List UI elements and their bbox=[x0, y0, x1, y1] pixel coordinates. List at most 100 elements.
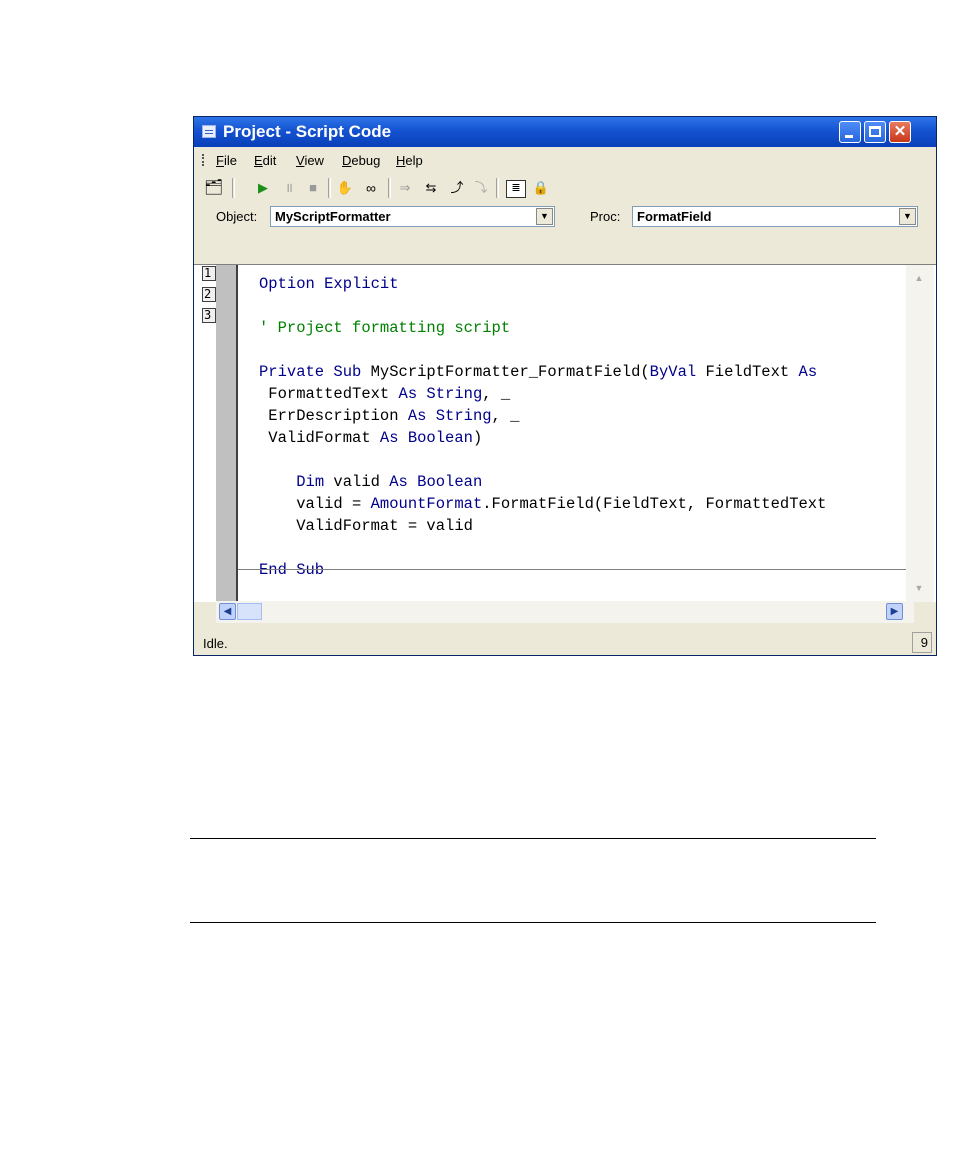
code-token: valid bbox=[324, 473, 390, 491]
code-keyword: Option Explicit bbox=[259, 275, 399, 293]
step-icon[interactable]: ⇒ bbox=[396, 180, 414, 196]
close-icon: ✕ bbox=[893, 123, 907, 140]
code-editor[interactable]: 1 2 3 Option Explicit ' Project formattin… bbox=[194, 264, 936, 602]
close-button[interactable]: ✕ bbox=[889, 121, 911, 143]
code-keyword: As String bbox=[398, 385, 483, 403]
code-keyword: Dim bbox=[296, 473, 325, 491]
menu-help[interactable]: Help bbox=[396, 153, 423, 168]
properties-icon[interactable]: ≣ bbox=[506, 180, 526, 198]
status-panel-line: 9 bbox=[912, 632, 932, 653]
code-token: , _ bbox=[491, 407, 520, 425]
menu-grip[interactable] bbox=[202, 154, 206, 166]
code-line[interactable]: Dim valid As Boolean bbox=[259, 471, 909, 493]
code-line[interactable] bbox=[259, 339, 909, 361]
scroll-down-icon[interactable]: ▼ bbox=[910, 579, 928, 597]
code-token: FormattedText bbox=[259, 385, 399, 403]
code-token: , _ bbox=[482, 385, 511, 403]
maximize-button[interactable] bbox=[864, 121, 886, 143]
scroll-left-icon[interactable]: ◀ bbox=[219, 603, 236, 620]
code-token: MyScriptFormatter_FormatField( bbox=[370, 363, 650, 381]
code-keyword: As String bbox=[407, 407, 492, 425]
menu-view[interactable]: View bbox=[296, 153, 324, 168]
code-line[interactable] bbox=[259, 449, 909, 471]
chevron-down-icon[interactable]: ▼ bbox=[536, 208, 553, 225]
breakpoint-hand-icon[interactable]: ✋ bbox=[336, 180, 354, 196]
horizontal-rule-bottom bbox=[190, 922, 876, 923]
proc-value: FormatField bbox=[637, 209, 712, 224]
watch-glasses-icon[interactable]: ∞ bbox=[362, 180, 380, 196]
code-line[interactable]: FormattedText As String, _ bbox=[259, 383, 909, 405]
toolbar-separator bbox=[496, 178, 499, 198]
scroll-up-icon[interactable]: ▲ bbox=[910, 269, 928, 287]
code-line[interactable]: ValidFormat As Boolean) bbox=[259, 427, 909, 449]
stop-icon[interactable]: ■ bbox=[304, 180, 322, 196]
code-token: ErrDescription bbox=[259, 407, 408, 425]
toolbar-separator bbox=[232, 178, 235, 198]
window-app-icon[interactable] bbox=[202, 125, 216, 138]
menu-file[interactable]: File bbox=[216, 153, 237, 168]
code-keyword: As Boolean bbox=[389, 473, 483, 491]
code-keyword: End Sub bbox=[259, 561, 325, 579]
pause-icon[interactable]: ॥ bbox=[280, 180, 298, 196]
code-keyword: AmountFormat bbox=[370, 495, 483, 513]
horizontal-scroll-thumb[interactable] bbox=[237, 603, 262, 620]
status-bar: Idle. 9 bbox=[194, 629, 936, 655]
code-line[interactable] bbox=[259, 295, 909, 317]
toolbar-separator bbox=[388, 178, 391, 198]
code-line[interactable]: End Sub bbox=[259, 559, 909, 581]
code-token: FieldText bbox=[696, 363, 799, 381]
code-token: valid = bbox=[259, 495, 371, 513]
proc-combobox[interactable]: FormatField ▼ bbox=[632, 206, 918, 227]
code-line[interactable]: valid = AmountFormat.FormatField(FieldTe… bbox=[259, 493, 909, 515]
run-icon[interactable]: ▶ bbox=[254, 180, 272, 196]
code-token: ValidFormat bbox=[259, 429, 380, 447]
scroll-right-icon[interactable]: ▶ bbox=[886, 603, 903, 620]
code-token: ValidFormat = valid bbox=[259, 517, 473, 535]
menu-bar: File Edit View Debug Help bbox=[194, 148, 936, 173]
project-explorer-icon[interactable]: 🗂 bbox=[204, 180, 223, 196]
code-text[interactable]: Option Explicit ' Project formatting scri… bbox=[259, 273, 909, 593]
chevron-down-icon[interactable]: ▼ bbox=[899, 208, 916, 225]
script-code-window: Project - Script Code ✕ File Edit View D… bbox=[193, 116, 937, 656]
object-proc-row: Object: MyScriptFormatter ▼ Proc: Format… bbox=[194, 203, 936, 231]
title-bar[interactable]: Project - Script Code ✕ bbox=[194, 117, 936, 147]
code-line[interactable]: ValidFormat = valid bbox=[259, 515, 909, 537]
code-keyword: As bbox=[798, 363, 818, 381]
code-line[interactable]: ErrDescription As String, _ bbox=[259, 405, 909, 427]
status-text: Idle. bbox=[203, 636, 228, 651]
maximize-icon bbox=[865, 122, 885, 142]
step-out-icon[interactable]: ⤵ bbox=[472, 180, 490, 196]
menu-file-rest: ile bbox=[223, 153, 237, 168]
toolbar: 🗂 ▶ ॥ ■ ✋ ∞ ⇒ ⇆ ⤴ ⤵ ≣ 🔒 bbox=[194, 174, 936, 202]
object-combobox[interactable]: MyScriptFormatter ▼ bbox=[270, 206, 555, 227]
minimize-icon bbox=[840, 122, 860, 142]
line-number-1[interactable]: 1 bbox=[202, 266, 216, 281]
line-number-2[interactable]: 2 bbox=[202, 287, 216, 302]
step-into-icon[interactable]: ⇆ bbox=[422, 180, 440, 196]
proc-label: Proc: bbox=[590, 209, 621, 224]
code-line[interactable]: Private Sub MyScriptFormatter_FormatFiel… bbox=[259, 361, 909, 383]
horizontal-scrollbar[interactable]: ◀ ▶ bbox=[216, 601, 914, 623]
code-line[interactable]: Option Explicit bbox=[259, 273, 909, 295]
code-token: ) bbox=[472, 429, 483, 447]
code-keyword: ByVal bbox=[649, 363, 697, 381]
code-line[interactable]: ' Project formatting script bbox=[259, 317, 909, 339]
object-value: MyScriptFormatter bbox=[275, 209, 391, 224]
lock-icon[interactable]: 🔒 bbox=[532, 180, 550, 196]
object-label: Object: bbox=[216, 209, 258, 224]
code-keyword: Private Sub bbox=[259, 363, 371, 381]
step-over-icon[interactable]: ⤴ bbox=[448, 180, 466, 196]
code-keyword: As Boolean bbox=[379, 429, 473, 447]
toolbar-separator bbox=[328, 178, 331, 198]
code-token: .FormatField(FieldText, FormattedText bbox=[482, 495, 827, 513]
code-comment: ' Project formatting script bbox=[259, 319, 511, 337]
menu-edit[interactable]: Edit bbox=[254, 153, 276, 168]
menu-debug[interactable]: Debug bbox=[342, 153, 380, 168]
minimize-button[interactable] bbox=[839, 121, 861, 143]
horizontal-rule-top bbox=[190, 838, 876, 839]
code-line[interactable] bbox=[259, 537, 909, 559]
procedure-divider bbox=[238, 569, 906, 570]
breakpoint-gutter[interactable] bbox=[216, 265, 238, 601]
line-number-3[interactable]: 3 bbox=[202, 308, 216, 323]
vertical-scrollbar[interactable]: ▲ ▼ bbox=[906, 265, 934, 602]
